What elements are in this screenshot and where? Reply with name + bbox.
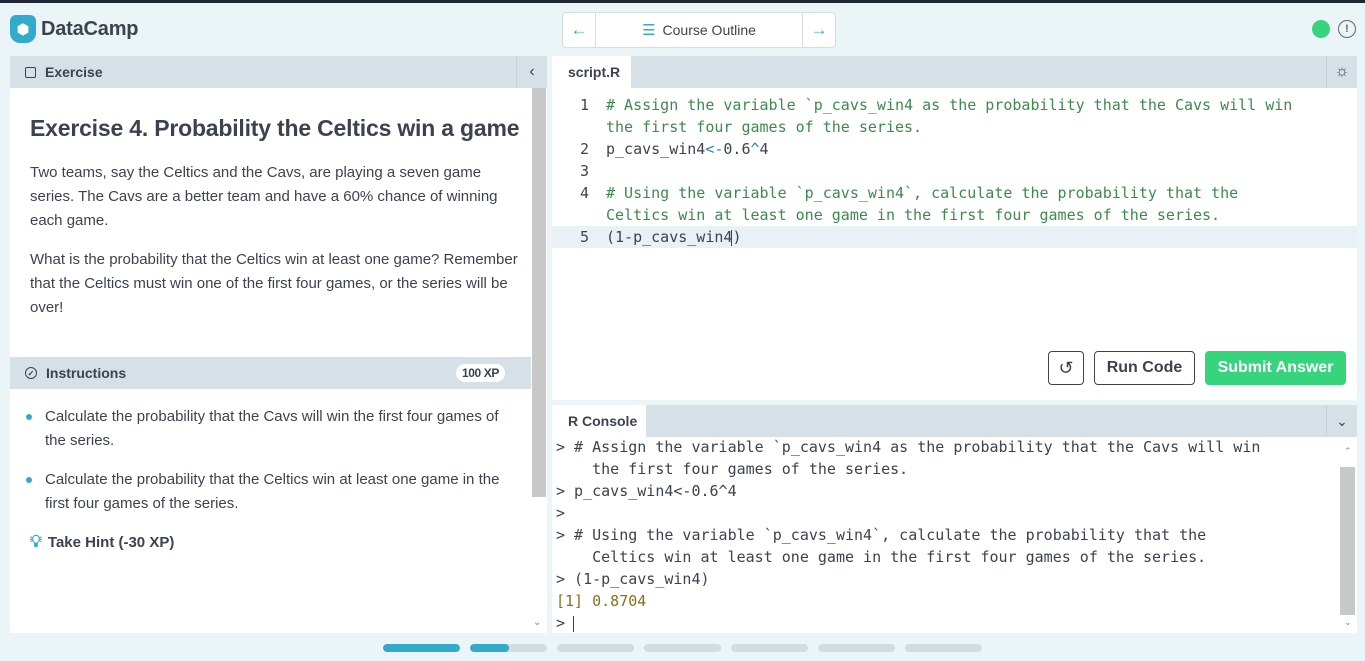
instructions-header: ✓ Instructions 100 XP (10, 357, 531, 389)
console-line: > # Assign the variable `p_cavs_win4 as … (556, 438, 1261, 456)
scroll-down-icon[interactable]: ⌄ (1344, 617, 1352, 628)
reset-code-button[interactable]: ↺ (1048, 351, 1084, 385)
scroll-up-icon[interactable]: ⌃ (1344, 446, 1352, 457)
console-line: > (556, 504, 566, 522)
exercise-description: Two teams, say the Celtics and the Cavs,… (30, 164, 498, 229)
take-hint-button[interactable]: 💡︎ Take Hint (-30 XP) (30, 532, 174, 552)
code-line: Celtics win at least one game in the fir… (552, 204, 1357, 226)
check-circle-icon: ✓ (25, 367, 37, 379)
exercise-title: Exercise 4. Probability the Celtics win … (30, 115, 520, 141)
xp-badge: 100 XP (456, 364, 505, 382)
arrow-left-icon: ← (570, 20, 588, 39)
code-text: Celtics win at least one game in the fir… (606, 206, 1221, 224)
code-line-active: 5 (1-p_cavs_win4) (552, 226, 1357, 248)
code-text: # Assign the variable `p_cavs_win4 as th… (606, 96, 1293, 114)
instruction-item: Calculate the probability that the Celti… (26, 468, 515, 516)
lightbulb-icon: 💡︎ (30, 532, 42, 551)
menu-icon: ☰ (642, 22, 656, 39)
progress-segment[interactable] (644, 644, 721, 652)
line-number: 5 (579, 228, 589, 246)
code-line: the first four games of the series. (552, 116, 1357, 138)
collapse-panel-button[interactable]: ‹ (516, 56, 547, 88)
progress-segment[interactable] (905, 644, 982, 652)
exercise-scrollbar-thumb[interactable] (532, 88, 546, 497)
exercise-panel-header: Exercise (10, 56, 547, 88)
r-console-panel: R Console ⌄ > # Assign the variable `p_c… (552, 405, 1357, 633)
reset-icon: ↺ (1058, 357, 1074, 378)
editor-tab-bar: script.R ☼ (552, 56, 1357, 88)
course-outline-label: Course Outline (662, 22, 756, 38)
code-line: 4 # Using the variable `p_cavs_win4`, ca… (552, 182, 1357, 204)
line-number: 3 (579, 162, 589, 180)
console-scrollbar-thumb[interactable] (1340, 467, 1355, 615)
progress-fill (470, 644, 509, 652)
submit-answer-button[interactable]: Submit Answer (1205, 351, 1346, 385)
console-line: Celtics win at least one game in the fir… (556, 548, 1207, 566)
code-line: 1 # Assign the variable `p_cavs_win4 as … (552, 94, 1357, 116)
console-line: the first four games of the series. (556, 460, 909, 478)
progress-segment[interactable] (557, 644, 634, 652)
alert-icon[interactable]: ! (1338, 20, 1356, 38)
next-exercise-button[interactable]: → (802, 13, 835, 47)
console-line: > (1-p_cavs_win4) (556, 570, 710, 588)
session-status-indicator (1312, 20, 1330, 38)
course-navigation: ← ☰ Course Outline → (562, 12, 836, 48)
progress-segment[interactable] (470, 644, 547, 652)
console-line: > p_cavs_win4<-0.6^4 (556, 482, 737, 500)
exercise-panel: Exercise ‹ ⌄ Exercise 4. Probability the… (10, 56, 547, 633)
line-number: 2 (579, 140, 589, 158)
scroll-down-icon[interactable]: ⌄ (533, 617, 541, 628)
console-prompt[interactable]: > (556, 612, 1336, 633)
tab-script-r[interactable]: script.R (552, 56, 631, 88)
code-editor-panel: script.R ☼ 1 # Assign the variable `p_ca… (552, 56, 1357, 400)
run-code-button[interactable]: Run Code (1094, 351, 1195, 385)
console-output[interactable]: > # Assign the variable `p_cavs_win4 as … (556, 436, 1336, 633)
chevron-left-icon: ‹ (529, 63, 535, 80)
code-editor[interactable]: 1 # Assign the variable `p_cavs_win4 as … (552, 94, 1357, 248)
instructions-label: Instructions (46, 365, 127, 381)
brand-logo[interactable]: ⬢ DataCamp (10, 15, 139, 43)
document-icon (25, 66, 36, 78)
brand-name: DataCamp (41, 17, 139, 40)
progress-segment[interactable] (731, 644, 808, 652)
code-text: p_cavs_win4<-0.6^4 (606, 140, 769, 158)
editor-settings-button[interactable]: ☼ (1326, 56, 1357, 88)
exercise-tab-label: Exercise (45, 64, 103, 80)
course-outline-button[interactable]: ☰ Course Outline (596, 13, 802, 47)
console-line: > # Using the variable `p_cavs_win4`, ca… (556, 526, 1207, 544)
datacamp-logo-icon: ⬢ (10, 15, 36, 43)
course-progress (383, 644, 982, 652)
arrow-right-icon: → (810, 20, 828, 39)
code-text: (1-p_cavs_win4) (606, 228, 742, 246)
line-number: 1 (579, 96, 589, 114)
sun-icon: ☼ (1334, 63, 1350, 80)
console-result: [1] 0.8704 (556, 592, 647, 610)
top-header: ⬢ DataCamp ← ☰ Course Outline → ! (0, 3, 1365, 55)
take-hint-label: Take Hint (-30 XP) (47, 533, 175, 551)
progress-segment[interactable] (818, 644, 895, 652)
code-text: the first four games of the series. (606, 118, 923, 136)
instruction-item: Calculate the probability that the Cavs … (26, 405, 515, 453)
code-text: # Using the variable `p_cavs_win4`, calc… (606, 184, 1239, 202)
text-cursor (573, 615, 575, 632)
chevron-down-icon: ⌄ (1336, 412, 1348, 429)
line-number: 4 (579, 184, 589, 202)
exercise-question: What is the probability that the Celtics… (30, 251, 518, 316)
code-line: 3 (552, 160, 1357, 182)
console-toggle-button[interactable]: ⌄ (1326, 405, 1357, 437)
console-tab-bar: R Console ⌄ (552, 405, 1357, 437)
progress-fill (383, 644, 460, 652)
progress-segment[interactable] (383, 644, 460, 652)
previous-exercise-button[interactable]: ← (563, 13, 596, 47)
tab-r-console[interactable]: R Console (552, 405, 646, 437)
code-line: 2 p_cavs_win4<-0.6^4 (552, 138, 1357, 160)
